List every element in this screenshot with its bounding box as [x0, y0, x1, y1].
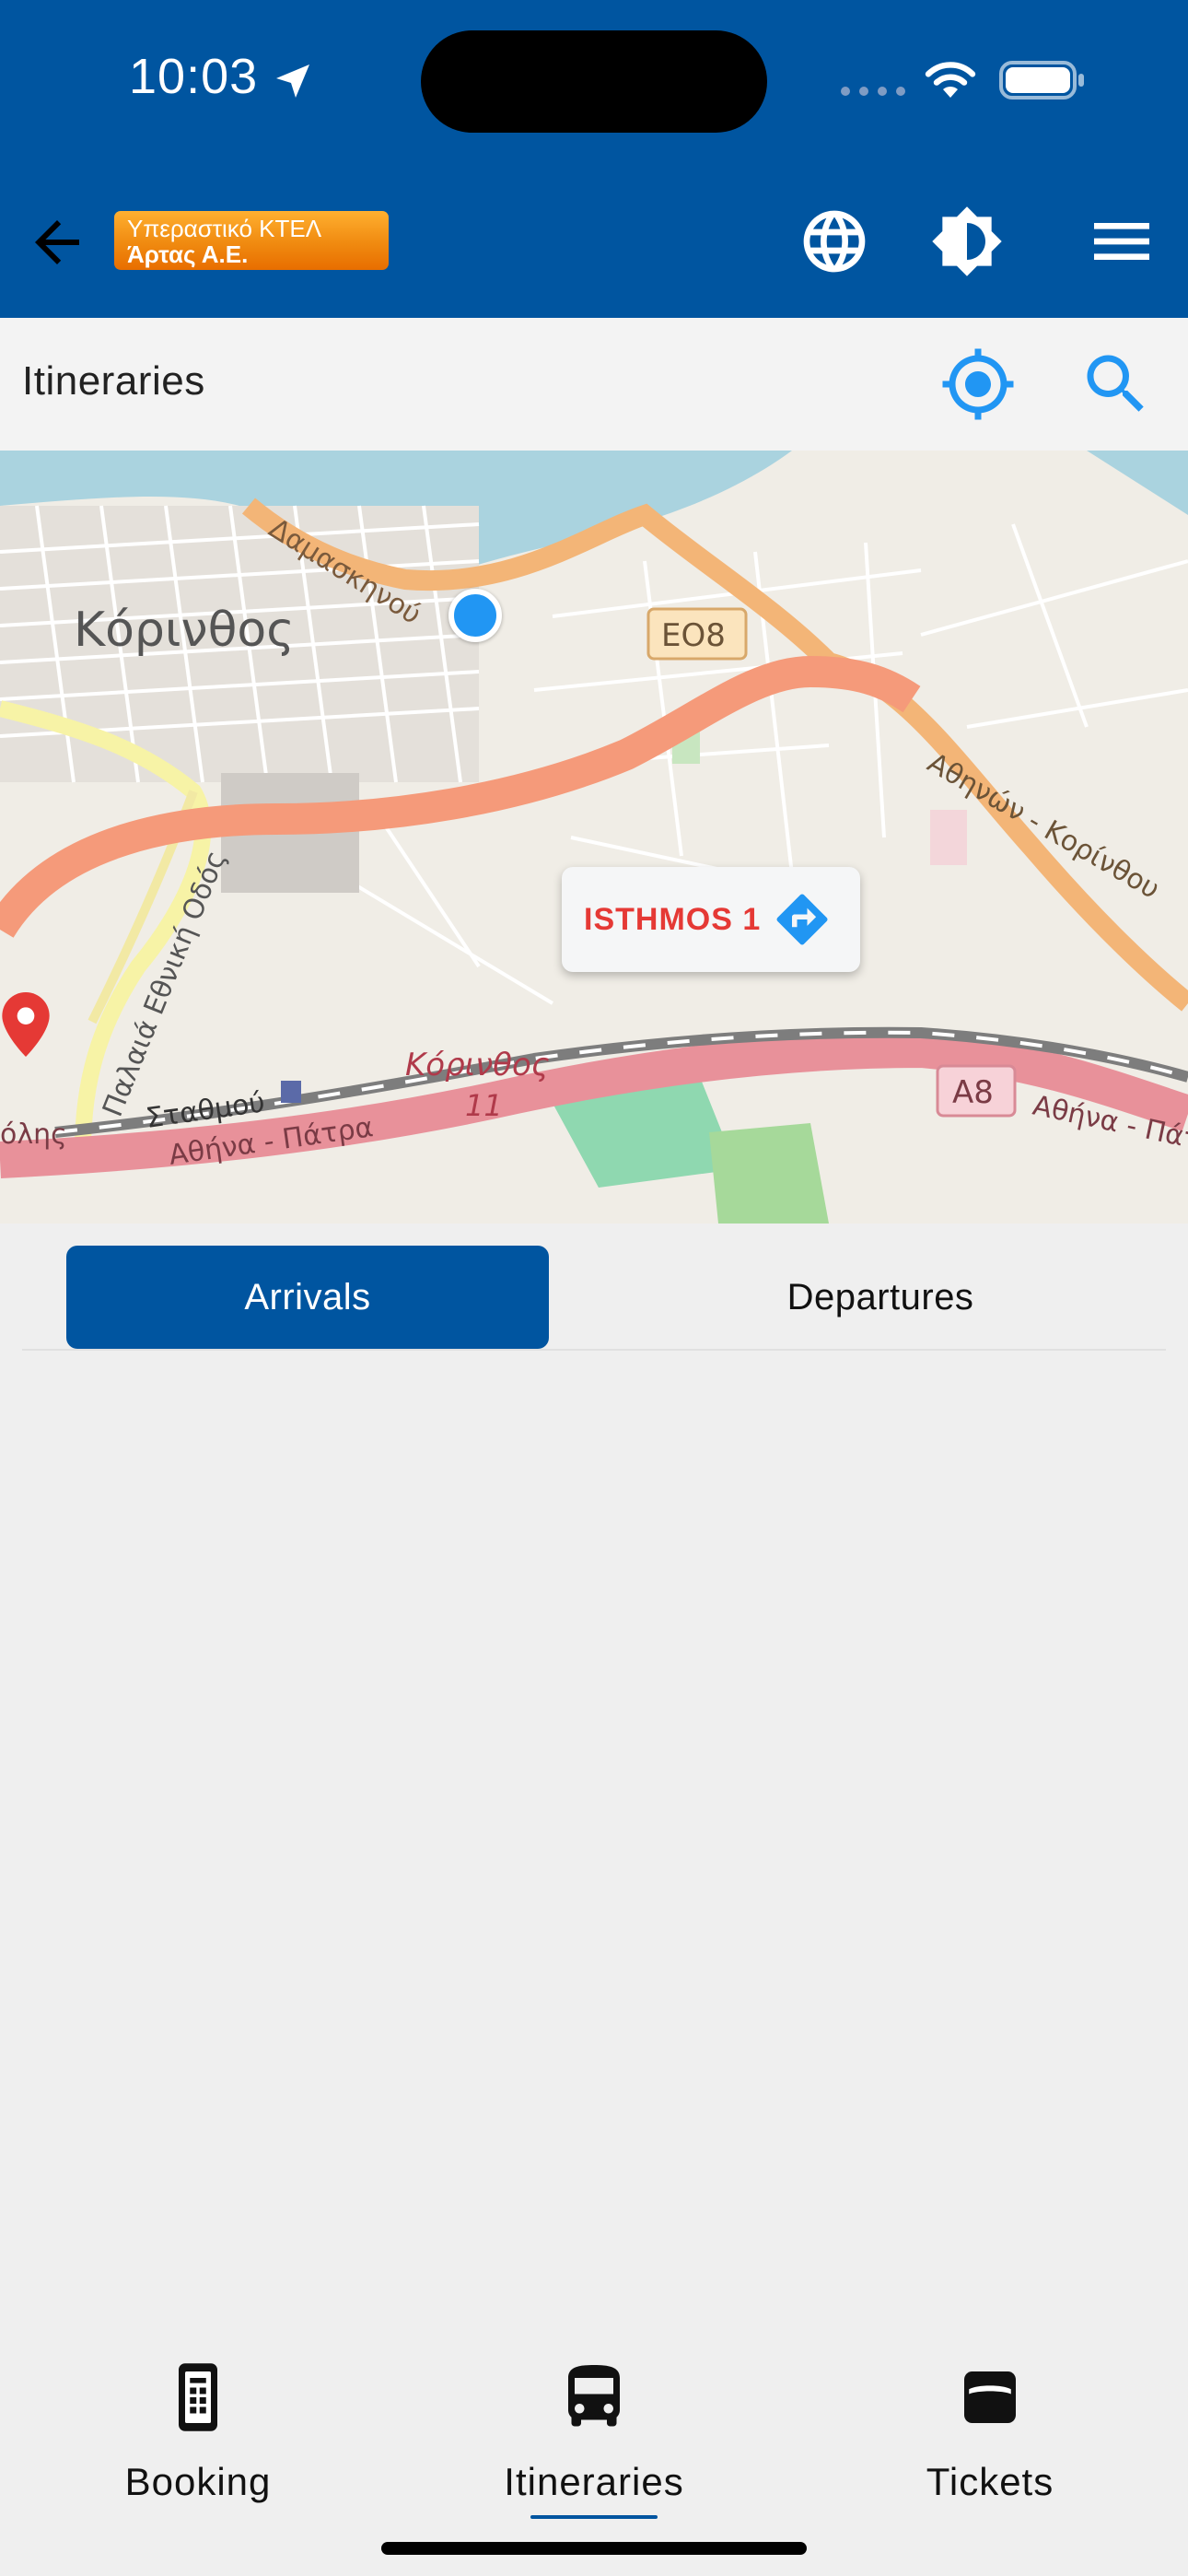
search-icon[interactable]	[1077, 345, 1155, 423]
ticket-wallet-icon	[964, 2371, 1016, 2423]
logo-line-1: Υπεραστικό ΚΤΕΛ	[127, 215, 322, 242]
map-label-olis: όλης	[0, 1118, 67, 1151]
page-title: Itineraries	[22, 358, 205, 404]
directions-icon[interactable]	[772, 889, 833, 950]
phone-booking-icon	[179, 2363, 217, 2431]
title-bar: Itineraries	[0, 318, 1188, 451]
nav-label-booking: Booking	[124, 2460, 272, 2503]
map-label-a8: Α8	[952, 1074, 994, 1111]
nav-item-itineraries[interactable]: Itineraries	[456, 2313, 732, 2534]
cellular-signal-icon	[841, 87, 905, 96]
brightness-theme-icon[interactable]	[930, 205, 1004, 278]
wifi-icon	[925, 62, 976, 98]
arrivals-departures-tabs: Arrivals Departures	[22, 1224, 1166, 1351]
nav-label-itineraries: Itineraries	[504, 2460, 684, 2503]
bottom-navigation: Booking Itineraries Tickets	[0, 2313, 1188, 2543]
my-location-icon[interactable]	[939, 345, 1017, 423]
dynamic-island	[421, 30, 767, 133]
home-indicator	[381, 2542, 807, 2555]
location-arrow-icon	[276, 64, 309, 98]
battery-icon	[999, 61, 1084, 100]
company-logo: Υπεραστικό ΚΤΕΛ Άρτας Α.Ε.	[114, 211, 389, 270]
map-label-eo8: ΕΟ8	[661, 617, 726, 654]
nav-item-booking[interactable]: Booking	[60, 2313, 336, 2534]
map-pin-icon[interactable]	[0, 992, 52, 1057]
language-globe-icon[interactable]	[798, 205, 871, 278]
hamburger-menu-icon[interactable]	[1085, 205, 1159, 278]
tab-departures[interactable]: Departures	[639, 1246, 1122, 1349]
tab-arrivals[interactable]: Arrivals	[66, 1246, 549, 1349]
stop-info-card[interactable]: ISTHMOS 1	[562, 867, 860, 972]
nav-item-tickets[interactable]: Tickets	[852, 2313, 1128, 2534]
map-view[interactable]: Κόρινθος Δαμασκηνού ΕΟ8 Αθηνών - Κορίνθο…	[0, 451, 1188, 1224]
status-time: 10:03	[129, 49, 259, 104]
map-label-exit-number: 11	[465, 1088, 503, 1123]
map-label-city: Κόρινθος	[74, 603, 295, 658]
bus-icon	[568, 2365, 620, 2427]
nav-label-tickets: Tickets	[926, 2460, 1054, 2503]
stop-name: ISTHMOS 1	[584, 902, 762, 937]
nav-active-indicator	[530, 2515, 658, 2519]
user-location-dot	[448, 589, 502, 642]
logo-line-2: Άρτας Α.Ε.	[127, 240, 249, 268]
app-header: 10:03 Υπεραστικό ΚΤΕΛ Άρτας Α.Ε.	[0, 0, 1188, 318]
back-arrow-icon[interactable]	[24, 209, 90, 275]
map-tiles: Κόρινθος Δαμασκηνού ΕΟ8 Αθηνών - Κορίνθο…	[0, 451, 1188, 1224]
map-label-exit: Κόρινθος	[405, 1047, 550, 1083]
